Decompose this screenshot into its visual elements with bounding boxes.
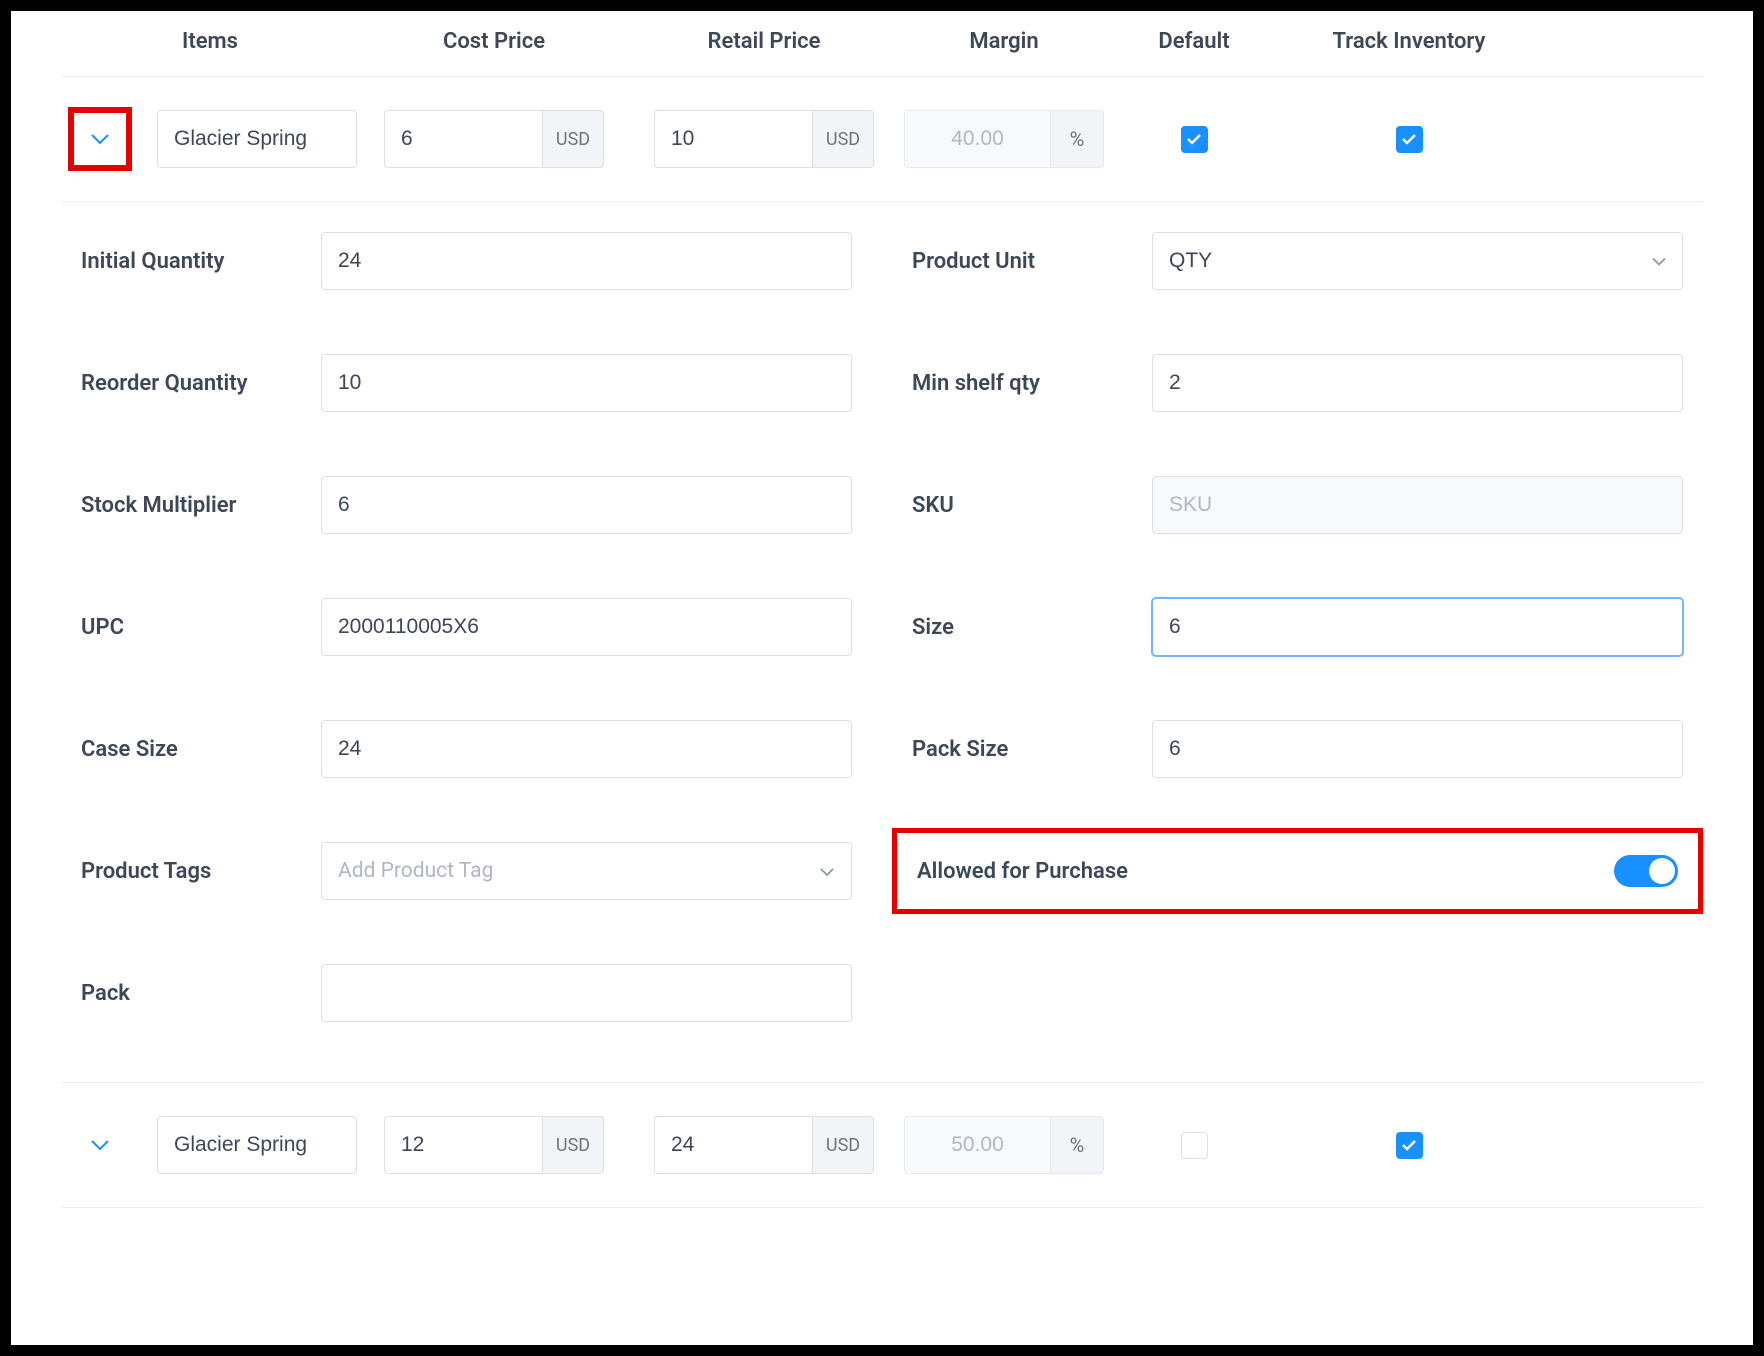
chevron-down-icon (90, 133, 110, 145)
case-size-input[interactable] (321, 720, 852, 778)
product-unit-label: Product Unit (912, 249, 1152, 274)
product-unit-value[interactable] (1152, 232, 1683, 290)
stock-multiplier-label: Stock Multiplier (81, 493, 321, 518)
header-default: Default (1109, 29, 1279, 54)
currency-label: USD (542, 1116, 604, 1174)
chevron-down-icon (90, 1139, 110, 1151)
chevron-down-icon (819, 859, 835, 883)
pack-label: Pack (81, 981, 321, 1006)
track-inventory-checkbox[interactable] (1396, 126, 1423, 153)
currency-label: USD (812, 110, 874, 168)
size-input[interactable] (1152, 598, 1683, 656)
margin-group: % (904, 1116, 1104, 1174)
cost-price-group: USD (384, 1116, 604, 1174)
header-items: Items (61, 29, 359, 54)
retail-price-input[interactable] (654, 110, 812, 168)
item-row: USD USD % (61, 77, 1703, 202)
min-shelf-qty-label: Min shelf qty (912, 371, 1152, 396)
table-header-row: Items Cost Price Retail Price Margin Def… (61, 29, 1703, 77)
sku-input[interactable] (1152, 476, 1683, 534)
item-name-input[interactable] (157, 110, 357, 168)
product-tags-select[interactable]: Add Product Tag (321, 842, 852, 900)
initial-quantity-label: Initial Quantity (81, 249, 321, 274)
header-track-inventory: Track Inventory (1279, 29, 1539, 54)
retail-price-input[interactable] (654, 1116, 812, 1174)
currency-label: USD (812, 1116, 874, 1174)
retail-price-group: USD (654, 1116, 874, 1174)
expand-row-button[interactable] (68, 107, 132, 171)
margin-group: % (904, 110, 1104, 168)
pack-size-input[interactable] (1152, 720, 1683, 778)
allowed-for-purchase-toggle[interactable] (1614, 855, 1678, 887)
expand-row-button[interactable] (68, 1113, 132, 1177)
allowed-for-purchase-row: Allowed for Purchase (892, 828, 1703, 914)
header-margin: Margin (899, 29, 1109, 54)
upc-input[interactable] (321, 598, 852, 656)
size-label: Size (912, 615, 1152, 640)
product-tags-placeholder: Add Product Tag (338, 859, 493, 883)
check-icon (1401, 1139, 1417, 1151)
header-cost-price: Cost Price (359, 29, 629, 54)
header-retail-price: Retail Price (629, 29, 899, 54)
item-details-panel: Initial Quantity Product Unit Reorder Qu (61, 202, 1703, 1083)
sku-label: SKU (912, 493, 1152, 518)
percent-label: % (1050, 1116, 1104, 1174)
case-size-label: Case Size (81, 737, 321, 762)
item-name-input[interactable] (157, 1116, 357, 1174)
track-inventory-checkbox[interactable] (1396, 1132, 1423, 1159)
min-shelf-qty-input[interactable] (1152, 354, 1683, 412)
item-row: USD USD % (61, 1083, 1703, 1208)
default-checkbox[interactable] (1181, 1132, 1208, 1159)
check-icon (1401, 133, 1417, 145)
percent-label: % (1050, 110, 1104, 168)
stock-multiplier-input[interactable] (321, 476, 852, 534)
toggle-knob (1649, 858, 1675, 884)
product-unit-select[interactable] (1152, 232, 1683, 290)
pack-input[interactable] (321, 964, 852, 1022)
check-icon (1186, 133, 1202, 145)
reorder-quantity-label: Reorder Quantity (81, 371, 321, 396)
pack-size-label: Pack Size (912, 737, 1152, 762)
default-checkbox[interactable] (1181, 126, 1208, 153)
margin-value (904, 1116, 1050, 1174)
cost-price-group: USD (384, 110, 604, 168)
reorder-quantity-input[interactable] (321, 354, 852, 412)
currency-label: USD (542, 110, 604, 168)
allowed-for-purchase-label: Allowed for Purchase (917, 859, 1614, 884)
margin-value (904, 110, 1050, 168)
cost-price-input[interactable] (384, 1116, 542, 1174)
initial-quantity-input[interactable] (321, 232, 852, 290)
cost-price-input[interactable] (384, 110, 542, 168)
upc-label: UPC (81, 615, 321, 640)
product-tags-label: Product Tags (81, 859, 321, 884)
retail-price-group: USD (654, 110, 874, 168)
